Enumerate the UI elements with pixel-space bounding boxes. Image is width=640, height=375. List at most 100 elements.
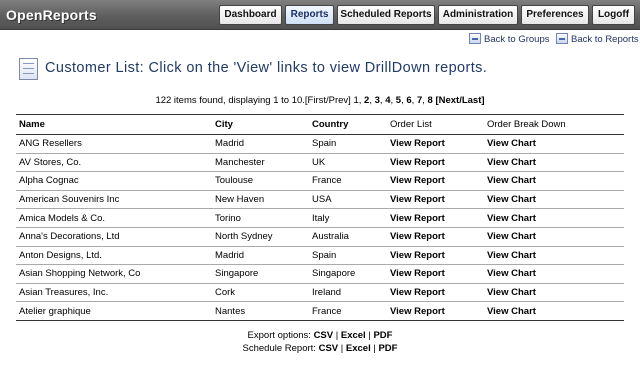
table-row: Asian Shopping Network, Co Singapore Sin…	[16, 264, 624, 284]
table-row: AV Stores, Co. Manchester UK View Report…	[16, 153, 624, 173]
table-row: American Souvenirs Inc New Haven USA Vie…	[16, 190, 624, 210]
pager-summary: 122 items found, displaying 1 to 10.	[155, 95, 305, 106]
schedule-report-options: Schedule Report: CSV | Excel | PDF	[242, 343, 398, 354]
view-chart-link[interactable]: View Chart	[484, 301, 624, 321]
cell-name: Anna's Decorations, Ltd	[16, 227, 212, 247]
cell-country: Ireland	[309, 283, 387, 303]
cell-city: Madrid	[212, 134, 309, 154]
back-to-reports-link[interactable]: Back to Reports	[556, 33, 639, 45]
cell-country: Italy	[309, 208, 387, 228]
column-header-name[interactable]: Name	[16, 114, 212, 135]
view-report-link[interactable]: View Report	[387, 208, 484, 228]
view-chart-link[interactable]: View Chart	[484, 190, 624, 210]
column-header-order-list: Order List	[387, 114, 484, 135]
app-title: OpenReports	[6, 7, 97, 23]
back-arrow-icon	[556, 33, 568, 44]
cell-city: Nantes	[212, 301, 309, 321]
view-chart-link[interactable]: View Chart	[484, 208, 624, 228]
cell-city: Singapore	[212, 264, 309, 284]
pager-page-link[interactable]: 3	[375, 95, 380, 106]
cell-country: France	[309, 301, 387, 321]
view-report-link[interactable]: View Report	[387, 264, 484, 284]
export-label: Export options:	[247, 330, 311, 341]
schedule-csv-link[interactable]: CSV	[319, 343, 339, 354]
table-header-row: Name City Country Order List Order Break…	[16, 114, 624, 135]
pager: 122 items found, displaying 1 to 10.[Fir…	[155, 95, 485, 106]
top-bar: OpenReports Dashboard Reports Scheduled …	[0, 0, 640, 30]
view-report-link[interactable]: View Report	[387, 134, 484, 154]
back-to-reports-label: Back to Reports	[571, 34, 639, 45]
cell-country: Australia	[309, 227, 387, 247]
table-row: Atelier graphique Nantes France View Rep…	[16, 301, 624, 321]
view-chart-link[interactable]: View Chart	[484, 283, 624, 303]
view-report-link[interactable]: View Report	[387, 190, 484, 210]
column-header-city[interactable]: City	[212, 114, 309, 135]
view-chart-link[interactable]: View Chart	[484, 227, 624, 247]
cell-name: Asian Shopping Network, Co	[16, 264, 212, 284]
view-report-link[interactable]: View Report	[387, 246, 484, 266]
view-report-link[interactable]: View Report	[387, 283, 484, 303]
cell-city: Cork	[212, 283, 309, 303]
back-arrow-icon	[469, 33, 481, 44]
pager-page-link[interactable]: 2	[364, 95, 369, 106]
report-page-icon	[19, 58, 38, 80]
table-row: Alpha Cognac Toulouse France View Report…	[16, 171, 624, 191]
column-header-country[interactable]: Country	[309, 114, 387, 135]
cell-name: Atelier graphique	[16, 301, 212, 321]
cell-city: Madrid	[212, 246, 309, 266]
table-row: Asian Treasures, Inc. Cork Ireland View …	[16, 283, 624, 303]
cell-country: UK	[309, 153, 387, 173]
view-chart-link[interactable]: View Chart	[484, 171, 624, 191]
nav-preferences-button[interactable]: Preferences	[521, 5, 589, 25]
pager-page-link[interactable]: 4	[385, 95, 390, 106]
schedule-pdf-link[interactable]: PDF	[378, 343, 397, 354]
cell-name: Amica Models & Co.	[16, 208, 212, 228]
pager-first-prev: [First/Prev]	[304, 95, 351, 106]
pager-current-page: 1	[353, 95, 359, 106]
nav-dashboard-button[interactable]: Dashboard	[219, 5, 282, 25]
view-report-link[interactable]: View Report	[387, 227, 484, 247]
cell-city: North Sydney	[212, 227, 309, 247]
export-excel-link[interactable]: Excel	[341, 330, 366, 341]
table-row: Anton Designs, Ltd. Madrid Spain View Re…	[16, 246, 624, 266]
table-row: Anna's Decorations, Ltd North Sydney Aus…	[16, 227, 624, 247]
customer-table: Name City Country Order List Order Break…	[16, 114, 624, 321]
pager-next-last-link[interactable]: [Next/Last]	[435, 95, 484, 106]
export-pdf-link[interactable]: PDF	[373, 330, 392, 341]
pager-page-link[interactable]: 6	[406, 95, 411, 106]
cell-city: New Haven	[212, 190, 309, 210]
view-chart-link[interactable]: View Chart	[484, 134, 624, 154]
back-to-groups-link[interactable]: Back to Groups	[469, 33, 549, 45]
cell-name: Asian Treasures, Inc.	[16, 283, 212, 303]
cell-country: Spain	[309, 246, 387, 266]
nav-administration-button[interactable]: Administration	[438, 5, 518, 25]
table-row: ANG Resellers Madrid Spain View Report V…	[16, 134, 624, 154]
table-row: Amica Models & Co. Torino Italy View Rep…	[16, 208, 624, 228]
cell-name: AV Stores, Co.	[16, 153, 212, 173]
export-csv-link[interactable]: CSV	[314, 330, 334, 341]
column-header-order-breakdown: Order Break Down	[484, 114, 624, 135]
view-chart-link[interactable]: View Chart	[484, 153, 624, 173]
pager-page-link[interactable]: 5	[396, 95, 401, 106]
view-report-link[interactable]: View Report	[387, 153, 484, 173]
nav-logoff-button[interactable]: Logoff	[592, 5, 635, 25]
cell-name: Alpha Cognac	[16, 171, 212, 191]
nav-scheduled-reports-button[interactable]: Scheduled Reports	[337, 5, 435, 25]
view-report-link[interactable]: View Report	[387, 301, 484, 321]
cell-name: American Souvenirs Inc	[16, 190, 212, 210]
cell-country: USA	[309, 190, 387, 210]
cell-country: Singapore	[309, 264, 387, 284]
export-options: Export options: CSV | Excel | PDF	[247, 330, 393, 341]
cell-name: ANG Resellers	[16, 134, 212, 154]
nav-reports-button[interactable]: Reports	[285, 5, 334, 25]
schedule-label: Schedule Report:	[242, 343, 316, 354]
view-report-link[interactable]: View Report	[387, 171, 484, 191]
cell-city: Manchester	[212, 153, 309, 173]
cell-country: Spain	[309, 134, 387, 154]
view-chart-link[interactable]: View Chart	[484, 264, 624, 284]
pager-page-link[interactable]: 8	[428, 95, 433, 106]
schedule-excel-link[interactable]: Excel	[346, 343, 371, 354]
view-chart-link[interactable]: View Chart	[484, 246, 624, 266]
cell-country: France	[309, 171, 387, 191]
pager-page-link[interactable]: 7	[417, 95, 422, 106]
